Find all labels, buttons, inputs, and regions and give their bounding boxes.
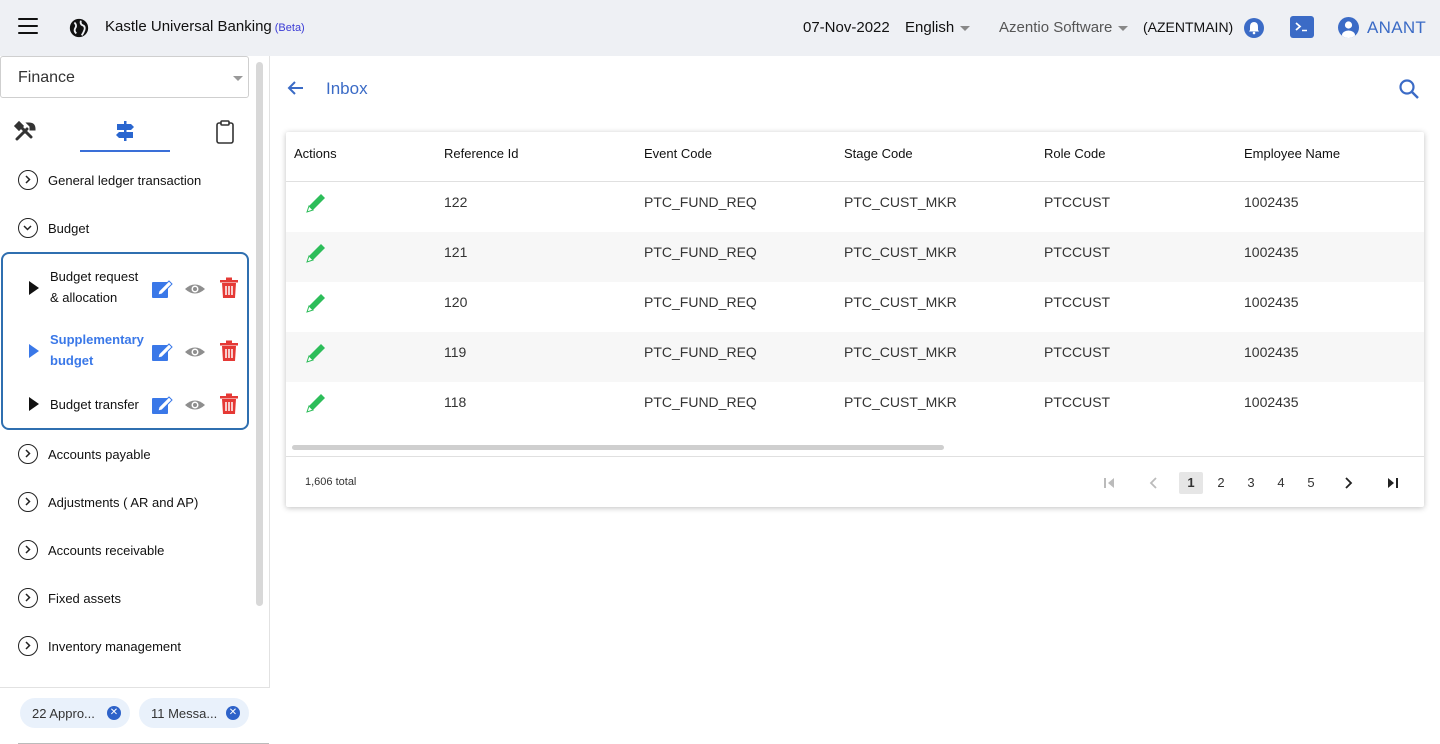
entity-code: (AZENTMAIN) [1143,19,1234,35]
view-icon[interactable] [184,394,206,416]
sidebar-footer: 22 Appro... ✕ 11 Messa... ✕ [0,687,270,744]
chevron-down-icon [18,218,38,238]
edit-icon[interactable] [151,341,173,363]
page-1[interactable]: 1 [1179,472,1203,494]
submenu-item-budget-transfer[interactable]: Budget transfer [3,389,247,421]
delete-icon[interactable] [218,340,240,362]
edit-icon[interactable] [151,394,173,416]
sidebar-tabs [0,112,255,152]
caret-right-icon [29,397,39,411]
page-3[interactable]: 3 [1239,472,1263,494]
table-row[interactable]: 118 PTC_FUND_REQ PTC_CUST_MKR PTCCUST 10… [286,382,1424,432]
submenu-item-budget-request[interactable]: Budget request & allocation [3,264,247,312]
sidebar: Finance General ledger transaction Budge… [0,56,270,744]
pencil-icon[interactable] [304,391,328,415]
page-title: Inbox [326,79,368,98]
business-date: 07-Nov-2022 [803,19,890,36]
pagination: 1,606 total 1 2 3 4 5 [286,456,1424,507]
sidebar-scrollbar[interactable] [256,62,263,606]
column-header: Actions [294,146,337,161]
beta-badge: (Beta) [274,22,305,34]
submenu-item-supplementary-budget[interactable]: Supplementary budget [3,327,247,375]
budget-submenu: Budget request & allocation Supplementar… [1,252,249,430]
chevron-down-icon [233,76,243,81]
horizontal-scrollbar[interactable] [292,445,944,450]
back-arrow-icon[interactable] [286,78,306,98]
column-header[interactable]: Employee Name [1244,146,1340,161]
chevron-right-icon [18,444,38,464]
signpost-icon [116,121,134,141]
delete-icon[interactable] [218,277,240,299]
last-page-icon[interactable] [1381,472,1403,494]
column-header[interactable]: Event Code [644,146,712,161]
column-header[interactable]: Reference Id [444,146,518,161]
next-page-icon[interactable] [1337,472,1359,494]
app-title: Kastle Universal Banking (Beta) [105,18,305,35]
module-select[interactable]: Finance [0,56,249,98]
page-4[interactable]: 4 [1269,472,1293,494]
close-icon[interactable]: ✕ [107,706,121,720]
user-name[interactable]: ANANT [1367,18,1426,38]
chevron-down-icon [960,25,971,31]
chevron-right-icon [18,588,38,608]
column-header[interactable]: Role Code [1044,146,1105,161]
edit-icon[interactable] [151,278,173,300]
chevron-right-icon [18,492,38,512]
globe-icon [69,18,89,38]
chevron-down-icon [1118,25,1129,31]
prev-page-icon[interactable] [1143,472,1165,494]
terminal-icon[interactable] [1290,16,1314,38]
page-2[interactable]: 2 [1209,472,1233,494]
page-5[interactable]: 5 [1299,472,1323,494]
bell-icon[interactable] [1244,18,1264,38]
close-icon[interactable]: ✕ [226,706,240,720]
company-select[interactable]: Azentio Software [999,19,1129,36]
delete-icon[interactable] [218,393,240,415]
language-select[interactable]: English [905,19,971,36]
clipboard-icon [216,120,234,144]
caret-right-icon [29,344,39,358]
pencil-icon[interactable] [304,291,328,315]
sidebar-item-general-ledger[interactable]: General ledger transaction [18,168,201,192]
tab-tools[interactable] [8,112,44,152]
table-row[interactable]: 120 PTC_FUND_REQ PTC_CUST_MKR PTCCUST 10… [286,282,1424,332]
inbox-table-card: Actions Reference Id Event Code Stage Co… [286,132,1424,507]
view-icon[interactable] [184,278,206,300]
menu-icon[interactable] [18,18,38,36]
table-row[interactable]: 122 PTC_FUND_REQ PTC_CUST_MKR PTCCUST 10… [286,182,1424,232]
sidebar-item-inventory-management[interactable]: Inventory management [18,634,181,658]
sidebar-item-accounts-payable[interactable]: Accounts payable [18,442,151,466]
tab-navigation[interactable] [80,112,170,152]
top-header: Kastle Universal Banking (Beta) 07-Nov-20… [0,0,1440,56]
caret-right-icon [29,281,39,295]
view-icon[interactable] [184,341,206,363]
chevron-right-icon [18,540,38,560]
pencil-icon[interactable] [304,341,328,365]
approvals-chip[interactable]: 22 Appro... ✕ [20,698,130,728]
user-avatar-icon[interactable] [1338,17,1359,38]
tab-clipboard[interactable] [205,112,245,152]
sidebar-item-adjustments[interactable]: Adjustments ( AR and AP) [18,490,198,514]
search-icon[interactable] [1398,78,1420,100]
table-row[interactable]: 121 PTC_FUND_REQ PTC_CUST_MKR PTCCUST 10… [286,232,1424,282]
tools-icon [13,121,36,141]
pencil-icon[interactable] [304,191,328,215]
chevron-right-icon [18,170,38,190]
first-page-icon[interactable] [1099,472,1121,494]
messages-chip[interactable]: 11 Messa... ✕ [139,698,249,728]
pencil-icon[interactable] [304,241,328,265]
column-header[interactable]: Stage Code [844,146,913,161]
chevron-right-icon [18,636,38,656]
sidebar-item-budget[interactable]: Budget [18,216,89,240]
total-count: 1,606 total [305,476,357,488]
table-header: Actions Reference Id Event Code Stage Co… [286,132,1424,182]
sidebar-item-accounts-receivable[interactable]: Accounts receivable [18,538,164,562]
sidebar-item-fixed-assets[interactable]: Fixed assets [18,586,121,610]
table-row[interactable]: 119 PTC_FUND_REQ PTC_CUST_MKR PTCCUST 10… [286,332,1424,382]
